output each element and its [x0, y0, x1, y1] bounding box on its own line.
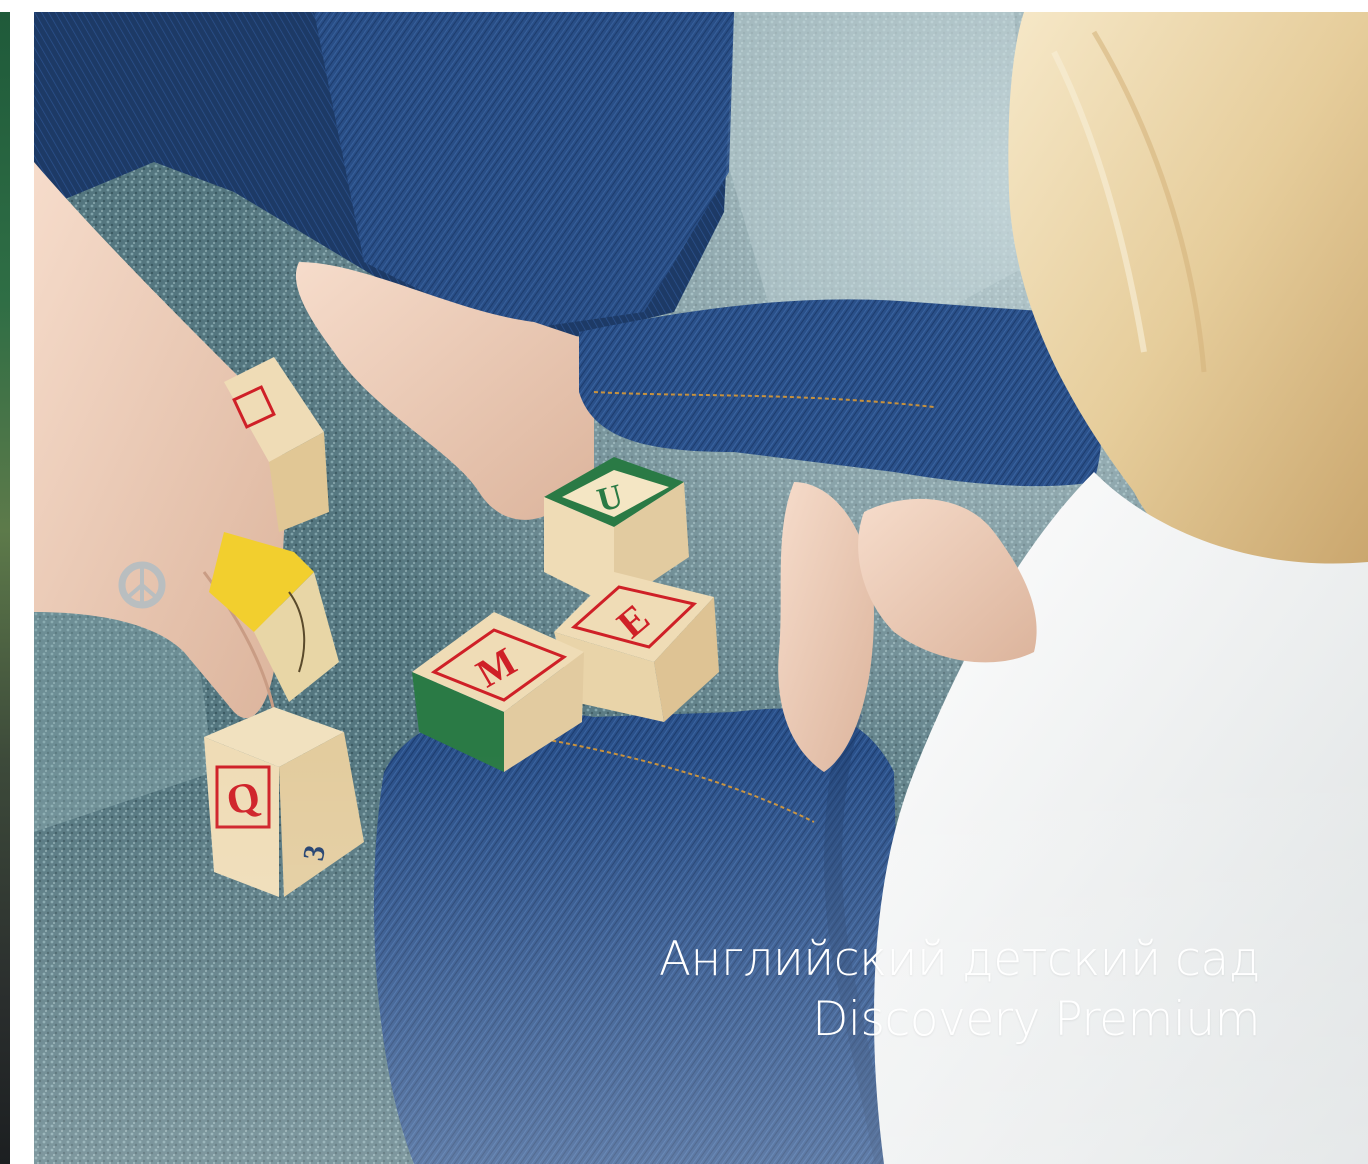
previous-slide-peek[interactable] [0, 12, 10, 1164]
carousel-viewport: U E M Q 3 [0, 0, 1368, 1164]
carousel-slide[interactable]: U E M Q 3 [34, 12, 1368, 1164]
slide-caption: Английский детский сад Discovery Premium [658, 930, 1261, 1050]
slide-title-line1: Английский детский сад [658, 932, 1261, 987]
slide-title-line2: Discovery Premium [812, 992, 1260, 1047]
